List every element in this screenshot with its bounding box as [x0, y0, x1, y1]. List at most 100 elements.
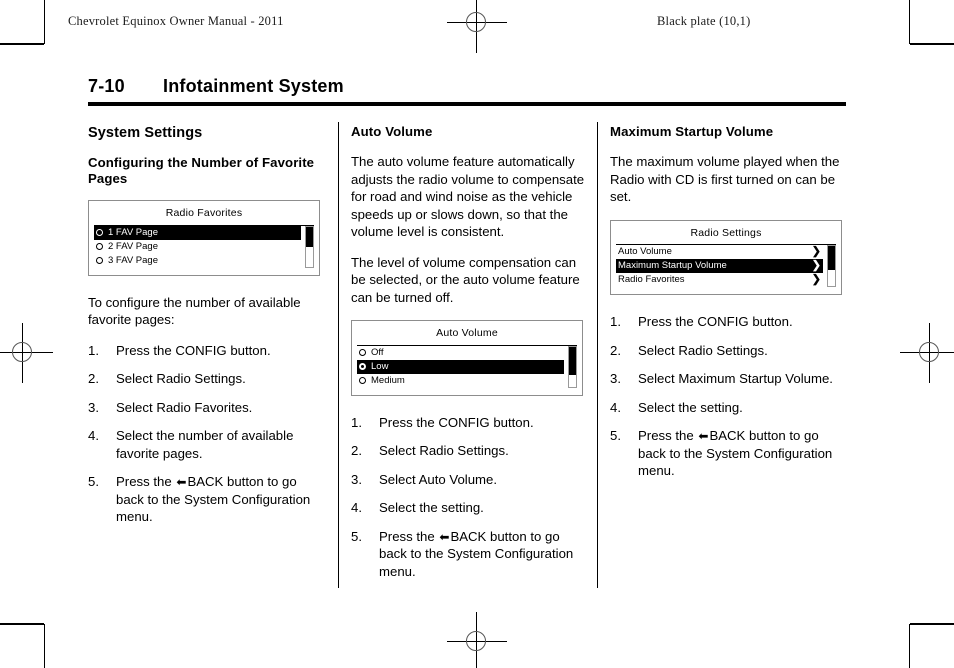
- display-radio-favorites: Radio Favorites 1 FAV Page 2 FAV Page 3 …: [88, 200, 320, 276]
- step-number: 1.: [351, 414, 362, 430]
- step-text-pre: Press the: [379, 528, 439, 544]
- radio-button-icon: [359, 377, 366, 384]
- step-text: Select the setting.: [379, 500, 484, 515]
- crop-mark-top-left-horizontal: [0, 43, 44, 45]
- chevron-right-icon: ❯: [811, 245, 821, 258]
- list-item: 4. Select the setting.: [610, 399, 848, 417]
- display-auto-volume: Auto Volume Off Low Medium: [351, 320, 583, 396]
- radio-button-selected-icon: [359, 363, 366, 370]
- column-1: System Settings Configuring the Number o…: [88, 124, 326, 537]
- radio-button-icon: [96, 229, 103, 236]
- step-number: 4.: [610, 399, 621, 415]
- step-number: 4.: [88, 428, 99, 443]
- list-item: 4. Select the number of available favori…: [88, 427, 326, 462]
- crop-mark-top-right-vertical: [909, 0, 910, 44]
- list-item: 1. Press the CONFIG button.: [610, 313, 848, 331]
- running-head-left: Chevrolet Equinox Owner Manual - 2011: [68, 14, 284, 28]
- display-row-off[interactable]: Off: [357, 346, 564, 360]
- crop-mark-top-right-horizontal: [910, 43, 954, 45]
- step-text-pre: Press the: [116, 474, 176, 489]
- display-row-maximum-startup-volume[interactable]: Maximum Startup Volume ❯: [616, 259, 823, 273]
- page-title: 7-10 Infotainment System: [88, 76, 846, 106]
- display-row-label: Medium: [371, 374, 405, 386]
- display-row-label: Low: [371, 360, 389, 372]
- display-row-label: Radio Favorites: [618, 274, 685, 285]
- step-number: 2.: [88, 371, 99, 386]
- step-text: Press the CONFIG button.: [638, 314, 793, 329]
- steps-list-favorite-pages: 1. Press the CONFIG button. 2. Select Ra…: [88, 342, 326, 526]
- intro-text-favorite-pages: To configure the number of available fav…: [88, 294, 301, 328]
- list-item: 4. Select the setting.: [351, 499, 589, 517]
- step-text: Select the number of available favorite …: [116, 428, 294, 461]
- back-arrow-icon: ⬅: [176, 475, 187, 489]
- page-number: 7-10: [88, 76, 125, 96]
- step-text: Select Radio Settings.: [379, 443, 509, 458]
- display-row-1-fav-page[interactable]: 1 FAV Page: [94, 225, 301, 240]
- step-number: 1.: [610, 314, 621, 329]
- display-row-auto-volume[interactable]: Auto Volume ❯: [616, 245, 823, 259]
- page-title-text: Infotainment System: [163, 76, 344, 96]
- title-rule: [88, 102, 846, 106]
- section-heading-auto-volume: Auto Volume: [351, 124, 433, 139]
- crop-mark-top-left-vertical: [44, 0, 45, 44]
- paragraph-auto-volume-1: The auto volume feature automatically ad…: [351, 154, 585, 239]
- manual-page: Chevrolet Equinox Owner Manual - 2011 Bl…: [0, 0, 954, 668]
- step-number: 5.: [88, 474, 99, 489]
- steps-list-maximum-startup-volume: 1. Press the CONFIG button. 2. Select Ra…: [610, 313, 848, 480]
- step-number: 3.: [610, 371, 621, 386]
- display-row-label: Maximum Startup Volume: [618, 260, 727, 271]
- radio-button-icon: [359, 349, 366, 356]
- display-scrollbar[interactable]: [568, 345, 577, 388]
- list-item: 5. Press the ⬅BACK button to go back to …: [610, 427, 848, 480]
- step-number: 5.: [610, 428, 621, 443]
- display-scrollbar[interactable]: [827, 245, 836, 287]
- list-item: 2. Select Radio Settings.: [610, 342, 848, 360]
- chevron-right-icon: ❯: [811, 273, 821, 286]
- list-item: 3. Select Auto Volume.: [351, 471, 589, 489]
- chevron-right-icon: ❯: [811, 259, 821, 272]
- display-title-radio-settings: Radio Settings: [616, 225, 836, 245]
- list-item: 1. Press the CONFIG button.: [351, 414, 589, 432]
- column-divider-1: [338, 122, 339, 588]
- step-number: 4.: [351, 500, 362, 515]
- step-text: Select the setting.: [638, 399, 743, 415]
- display-row-3-fav-page[interactable]: 3 FAV Page: [94, 254, 301, 268]
- display-row-2-fav-page[interactable]: 2 FAV Page: [94, 240, 301, 254]
- steps-list-auto-volume: 1. Press the CONFIG button. 2. Select Ra…: [351, 414, 589, 581]
- display-scrollbar[interactable]: [305, 225, 314, 268]
- section-heading-system-settings: System Settings: [88, 125, 203, 141]
- display-row-medium[interactable]: Medium: [357, 374, 564, 388]
- crop-mark-bottom-right-vertical: [909, 624, 910, 668]
- display-row-label: Off: [371, 346, 384, 358]
- subheading-configuring-favorite-pages: Configuring the Number of Favorite Pages: [88, 155, 315, 186]
- step-text: Select Auto Volume.: [379, 471, 498, 487]
- step-text: Select Radio Settings.: [638, 342, 768, 358]
- back-arrow-icon: ⬅: [439, 529, 450, 544]
- step-text: Select Maximum Startup Volume.: [638, 371, 833, 386]
- display-title-auto-volume: Auto Volume: [357, 325, 577, 346]
- list-item: 2. Select Radio Settings.: [88, 370, 326, 388]
- radio-button-icon: [96, 243, 103, 250]
- display-row-label: 1 FAV Page: [108, 226, 158, 238]
- crop-mark-bottom-left-vertical: [44, 624, 45, 668]
- list-item: 5. Press the ⬅BACK button to go back to …: [351, 528, 589, 581]
- display-row-radio-favorites[interactable]: Radio Favorites ❯: [616, 273, 823, 287]
- column-2: Auto Volume The auto volume feature auto…: [351, 124, 589, 591]
- display-row-label: 2 FAV Page: [108, 240, 158, 252]
- display-row-low[interactable]: Low: [357, 359, 564, 374]
- step-number: 5.: [351, 528, 362, 544]
- list-item: 1. Press the CONFIG button.: [88, 342, 326, 360]
- step-text: Press the CONFIG button.: [379, 414, 534, 430]
- list-item: 3. Select Radio Favorites.: [88, 399, 326, 417]
- paragraph-auto-volume-2: The level of volume compensation can be …: [351, 254, 580, 305]
- step-number: 3.: [88, 399, 99, 415]
- display-row-label: 3 FAV Page: [108, 254, 158, 266]
- column-3: Maximum Startup Volume The maximum volum…: [610, 124, 848, 491]
- step-number: 2.: [351, 443, 362, 458]
- step-number: 1.: [88, 342, 99, 358]
- step-number: 3.: [351, 471, 362, 487]
- list-item: 5. Press the ⬅BACK button to go back to …: [88, 473, 326, 526]
- display-row-label: Auto Volume: [618, 246, 672, 257]
- column-divider-2: [597, 122, 598, 588]
- back-arrow-icon: ⬅: [698, 429, 709, 443]
